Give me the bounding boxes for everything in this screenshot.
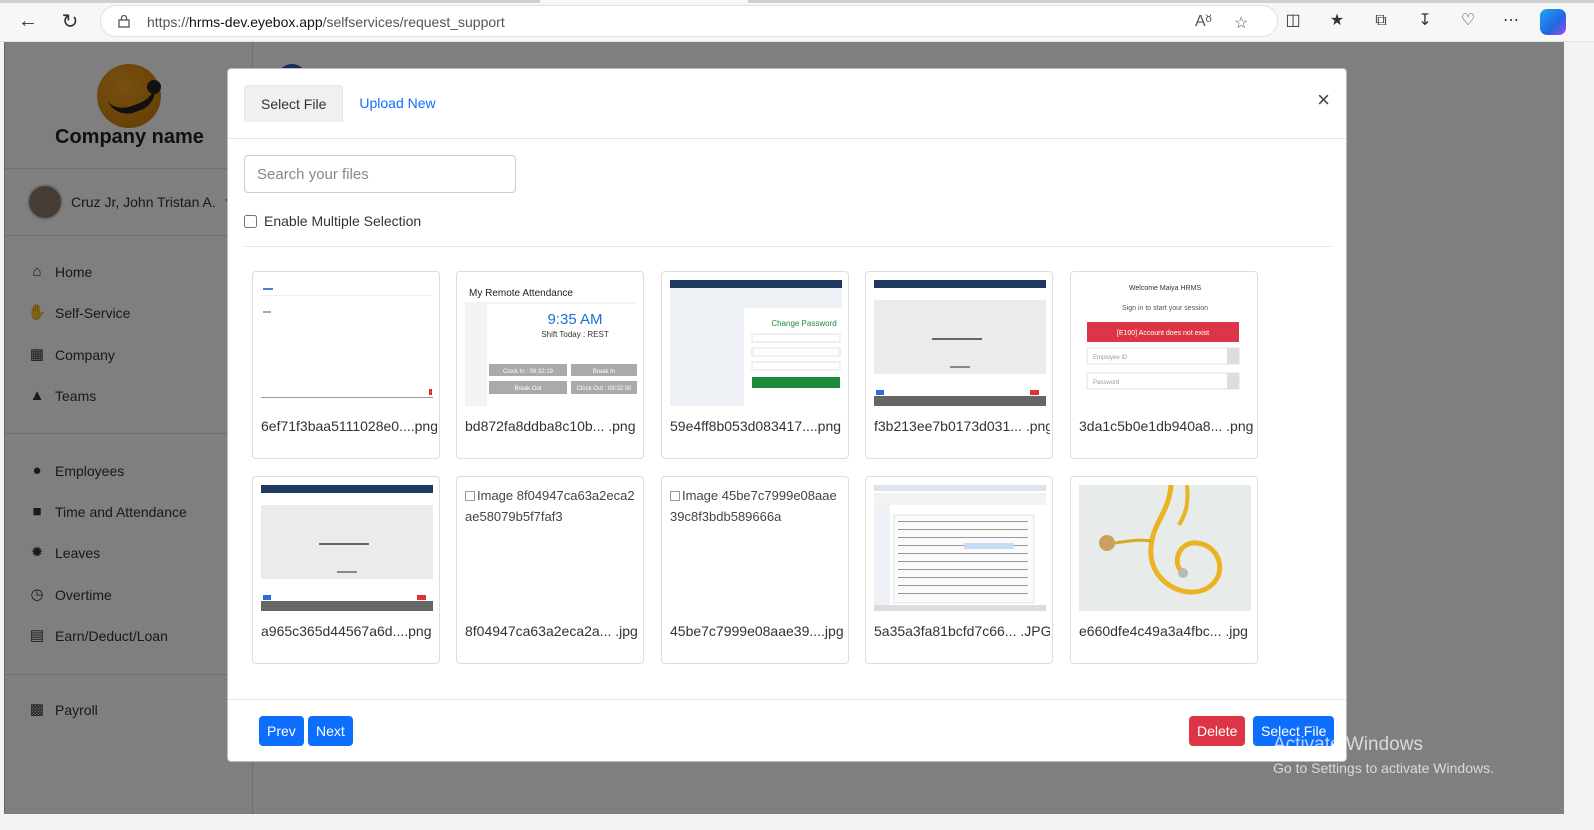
browser-toolbar: ← ↻ https://hrms-dev.eyebox.app/selfserv… — [0, 0, 1594, 42]
split-screen-icon[interactable]: ◫ — [1282, 10, 1304, 32]
file-card[interactable]: e660dfe4c49a3a4fbc... .jpg — [1070, 476, 1258, 664]
svg-text:Break Out: Break Out — [514, 386, 541, 392]
search-input[interactable] — [244, 155, 516, 193]
collections-icon[interactable]: ⧉ — [1370, 10, 1392, 32]
next-button[interactable]: Next — [308, 716, 353, 746]
svg-text:Break In: Break In — [593, 369, 615, 375]
svg-text:My Remote Attendance: My Remote Attendance — [469, 288, 573, 299]
read-aloud-icon[interactable]: Aᴽ — [1195, 13, 1212, 31]
modal-tabs: Select File Upload New — [244, 85, 452, 122]
broken-image-icon — [670, 491, 680, 501]
refresh-icon[interactable]: ↻ — [58, 9, 82, 33]
url-text: https://hrms-dev.eyebox.app/selfservices… — [147, 14, 505, 30]
file-thumbnail: Welcome Maiya HRMS Sign in to start your… — [1079, 280, 1251, 406]
file-name: bd872fa8ddba8c10b... .png — [465, 418, 636, 434]
file-card[interactable]: 5a35a3fa81bcfd7c66... .JPG — [865, 476, 1053, 664]
broken-image-icon — [465, 491, 475, 501]
file-thumbnail — [874, 485, 1046, 611]
svg-text:Clock Out : 09:32:30: Clock Out : 09:32:30 — [577, 386, 632, 392]
svg-text:9:35 AM: 9:35 AM — [547, 311, 602, 328]
file-card[interactable]: a965c365d44567a6d....png — [252, 476, 440, 664]
file-card[interactable]: My Remote Attendance 9:35 AM Shift Today… — [456, 271, 644, 459]
file-thumbnail — [1079, 485, 1251, 611]
file-name: e660dfe4c49a3a4fbc... .jpg — [1079, 623, 1248, 639]
file-name: 45be7c7999e08aae39....jpg — [670, 623, 844, 639]
tab-strip — [748, 0, 1594, 3]
file-card[interactable]: Change Password 59e4ff8b053d083417....pn… — [661, 271, 849, 459]
delete-button[interactable]: Delete — [1189, 716, 1246, 746]
tab-strip — [0, 0, 540, 3]
file-name: a965c365d44567a6d....png — [261, 623, 432, 639]
svg-text:Welcome Maiya HRMS: Welcome Maiya HRMS — [1129, 285, 1202, 292]
file-thumbnail — [261, 485, 433, 611]
file-card[interactable]: Welcome Maiya HRMS Sign in to start your… — [1070, 271, 1258, 459]
footer-divider — [228, 699, 1346, 700]
downloads-icon[interactable]: ↧ — [1414, 10, 1436, 32]
file-card[interactable]: 6ef71f3baa5111028e0....png — [252, 271, 440, 459]
svg-text:Shift Today : REST: Shift Today : REST — [541, 330, 609, 339]
multiple-selection-checkbox[interactable] — [244, 214, 257, 228]
svg-text:[E100] Account does not exist: [E100] Account does not exist — [1117, 330, 1209, 337]
file-thumbnail: My Remote Attendance 9:35 AM Shift Today… — [465, 280, 637, 406]
file-name: f3b213ee7b0173d031... .png — [874, 418, 1050, 434]
favorites-icon[interactable]: ★ — [1326, 10, 1348, 32]
header-divider — [228, 138, 1346, 139]
file-name: 3da1c5b0e1db940a8... .png — [1079, 418, 1254, 434]
file-selector-modal: Select File Upload New × Enable Multiple… — [227, 68, 1347, 762]
file-card[interactable]: Image 45be7c7999e08aae39c8f3bdb589666a 4… — [661, 476, 849, 664]
back-icon[interactable]: ← — [16, 9, 40, 33]
broken-image: Image 8f04947ca63a2eca2ae58079b5f7faf3 — [465, 488, 635, 524]
address-bar[interactable]: https://hrms-dev.eyebox.app/selfservices… — [100, 5, 1278, 37]
tab-upload-new[interactable]: Upload New — [343, 85, 451, 122]
file-card[interactable]: Image 8f04947ca63a2eca2ae58079b5f7faf3 8… — [456, 476, 644, 664]
prev-button[interactable]: Prev — [259, 716, 304, 746]
browser-essentials-icon[interactable]: ♡ — [1457, 10, 1479, 32]
favorite-star-icon[interactable]: ☆ — [1234, 13, 1248, 33]
file-thumbnail — [874, 280, 1046, 406]
svg-text:Change Password: Change Password — [771, 319, 836, 328]
copilot-icon[interactable] — [1540, 9, 1566, 35]
windows-activation-watermark: Activate Windows Go to Settings to activ… — [1273, 734, 1494, 776]
file-thumbnail — [261, 280, 433, 406]
file-card[interactable]: f3b213ee7b0173d031... .png — [865, 271, 1053, 459]
file-name: 8f04947ca63a2eca2a... .jpg — [465, 623, 638, 639]
svg-text:Password: Password — [1093, 380, 1119, 386]
file-name: 5a35a3fa81bcfd7c66... .JPG — [874, 623, 1050, 639]
tab-select-file[interactable]: Select File — [244, 85, 344, 122]
svg-text:Clock In : 09:32:19: Clock In : 09:32:19 — [503, 369, 554, 375]
file-name: 59e4ff8b053d083417....png — [670, 418, 842, 434]
multiple-selection-option[interactable]: Enable Multiple Selection — [244, 213, 421, 229]
svg-text:Employee ID: Employee ID — [1093, 355, 1128, 361]
more-options-icon[interactable]: ⋯ — [1500, 10, 1522, 32]
file-name: 6ef71f3baa5111028e0....png — [261, 418, 437, 434]
content-divider — [244, 246, 1332, 247]
close-icon[interactable]: × — [1317, 87, 1330, 113]
lock-icon — [118, 14, 130, 28]
broken-image: Image 45be7c7999e08aae39c8f3bdb589666a — [670, 488, 837, 524]
svg-text:Sign in to start your session: Sign in to start your session — [1122, 305, 1208, 312]
file-thumbnail: Change Password — [670, 280, 842, 406]
